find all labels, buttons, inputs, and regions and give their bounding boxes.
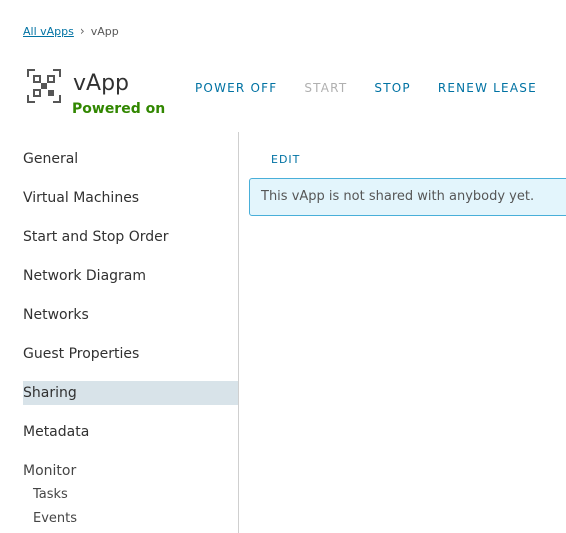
breadcrumb-current: vApp xyxy=(90,24,119,38)
chevron-right-icon: › xyxy=(79,24,85,38)
status-badge: Powered on xyxy=(72,101,166,117)
sidebar-item-start-stop-order[interactable]: Start and Stop Order xyxy=(23,225,238,249)
vapp-grid-icon xyxy=(27,69,61,103)
sidebar-item-general[interactable]: General xyxy=(23,147,238,171)
stop-button[interactable]: STOP xyxy=(374,81,410,95)
page-title: vApp xyxy=(73,71,129,96)
power-off-button[interactable]: POWER OFF xyxy=(195,81,277,95)
sidebar-item-tasks[interactable]: Tasks xyxy=(33,485,68,505)
sidebar-item-events[interactable]: Events xyxy=(33,509,77,529)
alert-text: This vApp is not shared with anybody yet… xyxy=(261,189,535,204)
info-alert: This vApp is not shared with anybody yet… xyxy=(249,178,566,216)
breadcrumb: All vApps › vApp xyxy=(23,24,119,38)
page-header: vApp Powered on POWER OFF START STOP REN… xyxy=(26,66,566,126)
sidebar-item-network-diagram[interactable]: Network Diagram xyxy=(23,264,238,288)
main-content: EDIT This vApp is not shared with anybod… xyxy=(239,132,566,533)
sidebar-item-sharing[interactable]: Sharing xyxy=(23,381,238,405)
sidebar-item-guest-properties[interactable]: Guest Properties xyxy=(23,342,238,366)
sidebar-section-monitor: Monitor xyxy=(23,463,77,479)
renew-lease-button[interactable]: RENEW LEASE xyxy=(438,81,537,95)
breadcrumb-all-vapps-link[interactable]: All vApps xyxy=(23,25,74,38)
start-button[interactable]: START xyxy=(304,81,347,95)
sidebar-nav: General Virtual Machines Start and Stop … xyxy=(0,132,239,533)
sidebar-item-networks[interactable]: Networks xyxy=(23,303,238,327)
edit-button[interactable]: EDIT xyxy=(271,153,300,166)
action-bar: POWER OFF START STOP RENEW LEASE xyxy=(195,81,564,95)
sidebar-item-virtual-machines[interactable]: Virtual Machines xyxy=(23,186,238,210)
sidebar-item-metadata[interactable]: Metadata xyxy=(23,420,238,444)
